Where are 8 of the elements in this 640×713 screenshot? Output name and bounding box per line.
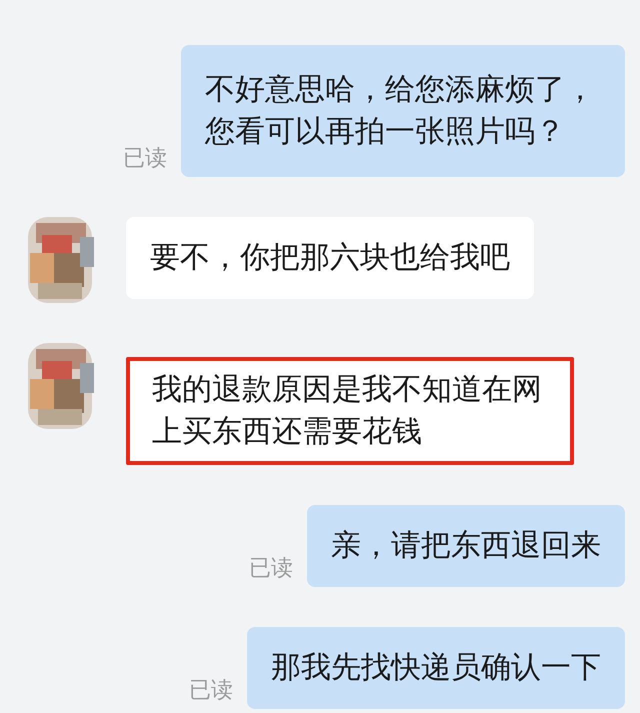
read-receipt: 已读 [123,145,167,173]
read-receipt: 已读 [249,555,293,583]
message-bubble: 要不，你把那六块也给我吧 [126,217,534,299]
message-bubble: 不好意思哈，给您添麻烦了，您看可以再拍一张照片吗？ [181,45,625,177]
read-receipt: 已读 [189,677,233,705]
highlighted-message-bubble: 我的退款原因是我不知道在网上买东西还需要花钱 [126,357,574,465]
message-bubble: 那我先找快递员确认一下 [247,627,625,709]
message-bubble: 亲，请把东西退回来 [307,505,625,587]
